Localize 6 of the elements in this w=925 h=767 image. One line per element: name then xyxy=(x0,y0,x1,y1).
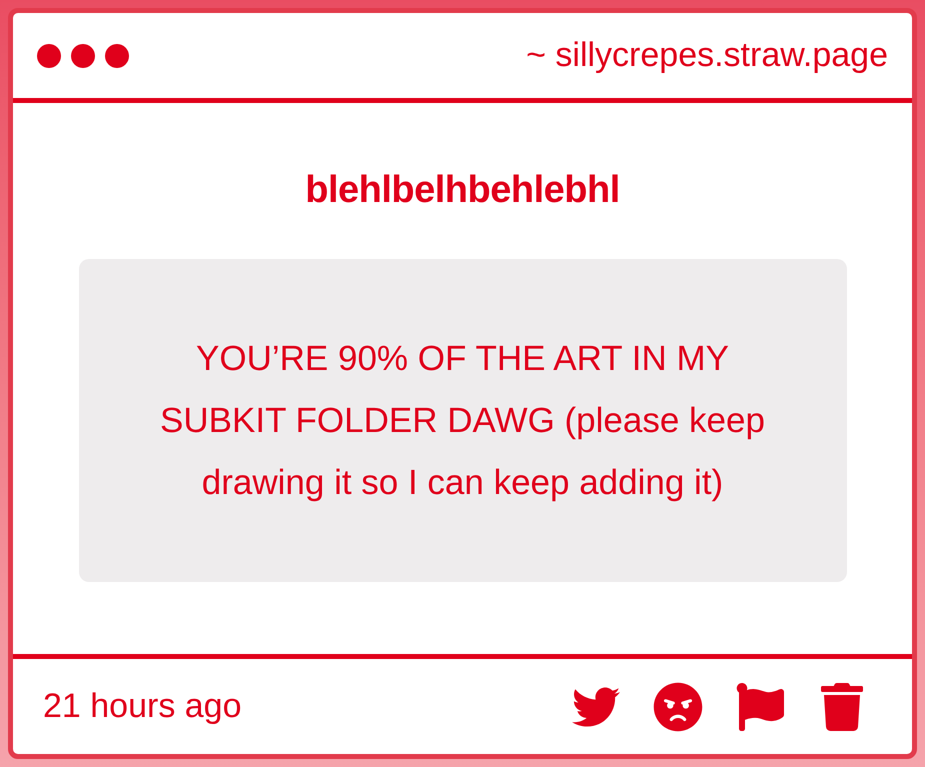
message-text: YOU’RE 90% OF THE ART IN MY SUBKIT FOLDER DAWG (please keep drawing it so I can keep adding it) xyxy=(159,338,766,504)
post-title: blehlbelhbehlebhl xyxy=(305,171,620,209)
angry-face-icon[interactable] xyxy=(652,680,704,732)
page-address: ~ sillycrepes.straw.page xyxy=(526,35,888,76)
post-time: 21 hours ago xyxy=(43,686,242,727)
flag-icon[interactable] xyxy=(734,680,786,732)
